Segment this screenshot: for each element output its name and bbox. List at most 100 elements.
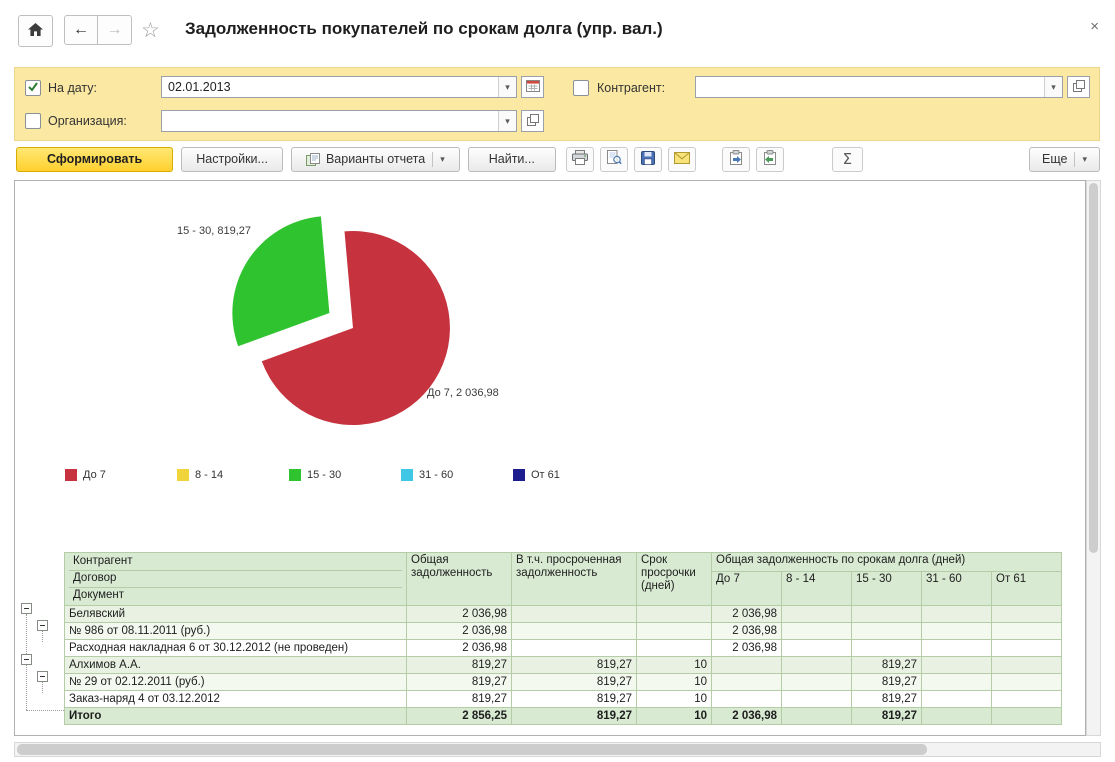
legend-item: От 61 [513, 469, 625, 481]
expand-toggle-contract-986[interactable] [37, 620, 48, 631]
table-row[interactable]: № 986 от 08.11.2011 (руб.) 2 036,98 2 036,… [64, 622, 1063, 640]
generate-button[interactable]: Сформировать [16, 146, 174, 172]
cell-value: 2 036,98 [711, 639, 782, 657]
forward-button[interactable]: → [98, 15, 132, 45]
cell-value: 819,27 [406, 673, 512, 691]
counterparty-input[interactable]: ▾ [695, 76, 1063, 98]
load-values-button[interactable] [721, 146, 750, 172]
cell-value [851, 605, 922, 623]
legend-item: 8 - 14 [177, 469, 289, 481]
expand-toggle-belyavsky[interactable] [21, 603, 32, 614]
cell-name: № 986 от 08.11.2011 (руб.) [64, 622, 407, 640]
header-contract: Договор [69, 570, 402, 587]
history-nav: ← → [64, 15, 132, 45]
settings-button[interactable]: Настройки... [181, 146, 283, 172]
cell-value: 2 856,25 [406, 707, 512, 725]
date-input[interactable]: 02.01.2013 ▾ [161, 76, 517, 98]
date-checkbox[interactable] [25, 80, 41, 96]
table-row[interactable]: Расходная накладная 6 от 30.12.2012 (не … [64, 639, 1063, 657]
cell-value: 2 036,98 [406, 605, 512, 623]
home-button[interactable] [18, 15, 53, 47]
back-button[interactable]: ← [64, 15, 98, 45]
horizontal-scrollbar-thumb[interactable] [17, 744, 927, 755]
header-counterparty: Контрагент [73, 555, 133, 567]
cell-value [990, 690, 1063, 708]
report-variants-icon [305, 152, 320, 166]
header-bucket-do7: До 7 [711, 570, 782, 607]
table-row[interactable]: Белявский 2 036,98 2 036,98 [64, 605, 1063, 623]
report-variants-label: Варианты отчета [325, 152, 426, 166]
clipboard-out-icon [763, 150, 777, 168]
legend-item: 31 - 60 [401, 469, 513, 481]
print-preview-button[interactable] [599, 146, 628, 172]
find-button[interactable]: Найти... [467, 146, 556, 172]
date-dropdown-button[interactable]: ▾ [498, 77, 516, 97]
report-toolbar: Сформировать Настройки... Варианты отчет… [16, 146, 1100, 172]
cell-name: Заказ-наряд 4 от 03.12.2012 [64, 690, 407, 708]
header-total-debt: Общая задолженность [406, 552, 512, 606]
header-bucket-ot61: От 61 [990, 570, 1063, 607]
generate-label: Сформировать [47, 152, 143, 166]
header-bucket-15-30: 15 - 30 [851, 570, 922, 607]
tree-line [26, 710, 64, 711]
close-icon[interactable]: × [1090, 18, 1099, 35]
pie-chart [232, 216, 450, 426]
table-row[interactable]: Заказ-наряд 4 от 03.12.2012 819,27 819,27 1… [64, 690, 1063, 708]
favorite-star-icon[interactable]: ☆ [141, 18, 160, 43]
table-row[interactable]: № 29 от 02.12.2011 (руб.) 819,27 819,27 10 8… [64, 673, 1063, 691]
autosum-button[interactable]: Σ [831, 146, 863, 172]
vertical-scrollbar[interactable] [1086, 180, 1101, 736]
table-row[interactable]: Итого 2 856,25 819,27 10 2 036,98 819,27 [64, 707, 1063, 725]
chevron-down-icon: ▾ [505, 115, 510, 126]
cell-value: 819,27 [406, 656, 512, 674]
minus-glyph [24, 608, 29, 609]
table-row[interactable]: Алхимов А.А. 819,27 819,27 10 819,27 [64, 656, 1063, 674]
cell-value: 819,27 [406, 690, 512, 708]
header-document: Документ [69, 587, 402, 604]
calendar-icon [525, 79, 540, 95]
organization-checkbox[interactable] [25, 113, 41, 129]
minus-glyph [40, 676, 45, 677]
counterparty-dropdown-button[interactable]: ▾ [1044, 77, 1062, 97]
cell-value [781, 622, 852, 640]
organization-picker-button[interactable] [521, 110, 544, 132]
send-email-button[interactable] [667, 146, 696, 172]
cell-name: Алхимов А.А. [64, 656, 407, 674]
counterparty-checkbox[interactable] [573, 80, 589, 96]
chevron-down-icon: ▾ [1051, 81, 1056, 92]
horizontal-scrollbar[interactable] [14, 742, 1101, 757]
cell-value [781, 656, 852, 674]
cell-value [636, 622, 712, 640]
cell-value [711, 673, 782, 691]
cell-name: Расходная накладная 6 от 30.12.2012 (не … [64, 639, 407, 657]
open-picker-icon [1072, 79, 1085, 95]
save-values-button[interactable] [755, 146, 784, 172]
more-label: Еще [1042, 152, 1068, 166]
header-overdue-days: Срок просрочки (дней) [636, 552, 712, 606]
counterparty-picker-button[interactable] [1067, 76, 1090, 98]
legend-swatch-icon [289, 469, 301, 481]
cell-value [511, 639, 637, 657]
date-calendar-button[interactable] [521, 76, 544, 98]
legend-swatch-icon [65, 469, 77, 481]
report-table-body: Белявский 2 036,98 2 036,98 № 986 от 08.11.… [64, 605, 1063, 725]
date-value: 02.01.2013 [168, 80, 231, 94]
vertical-scrollbar-thumb[interactable] [1089, 183, 1098, 553]
cell-value [636, 605, 712, 623]
expand-toggle-contract-29[interactable] [37, 671, 48, 682]
printer-icon [571, 150, 588, 168]
organization-dropdown-button[interactable]: ▾ [498, 111, 516, 131]
save-button[interactable] [633, 146, 662, 172]
report-variants-button[interactable]: Варианты отчета ▾ [290, 146, 460, 172]
cell-value: 10 [636, 690, 712, 708]
cell-value: 2 036,98 [711, 707, 782, 725]
more-button[interactable]: Еще ▾ [1029, 146, 1100, 172]
cell-value: 10 [636, 673, 712, 691]
expand-toggle-alkhimov[interactable] [21, 654, 32, 665]
cell-value [711, 656, 782, 674]
cell-value [990, 605, 1063, 623]
pie-callout-do7: До 7, 2 036,98 [427, 387, 499, 399]
cell-value [921, 690, 992, 708]
organization-input[interactable]: ▾ [161, 110, 517, 132]
print-button[interactable] [565, 146, 594, 172]
